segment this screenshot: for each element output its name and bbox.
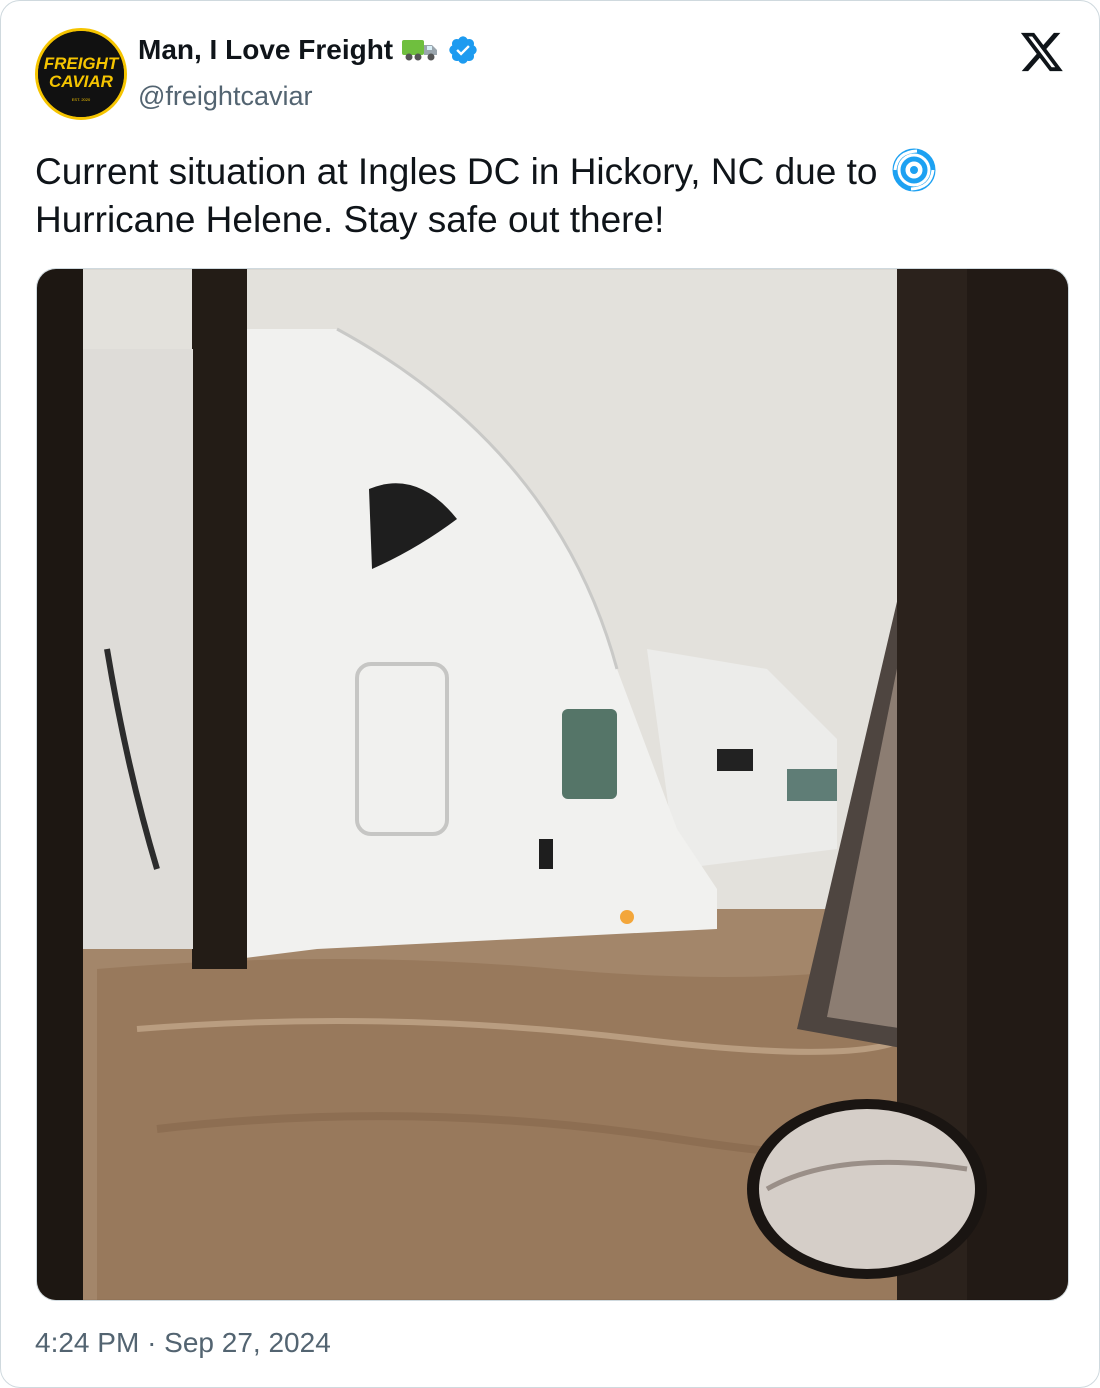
author-handle[interactable]: @freightcaviar [138, 81, 312, 112]
tweet-text-line1: Current situation at Ingles DC in Hickor… [35, 151, 878, 192]
tweet-text-line2: Hurricane Helene. Stay safe out there! [35, 199, 665, 240]
x-logo-icon[interactable] [1019, 31, 1065, 73]
svg-text:FREIGHT: FREIGHT [44, 54, 120, 73]
author-name-row[interactable]: Man, I Love Freight [138, 34, 479, 66]
tweet-text: Current situation at Ingles DC in Hickor… [35, 148, 1065, 244]
author-display-name[interactable]: Man, I Love Freight [138, 34, 393, 66]
truck-emoji-icon [402, 40, 438, 61]
flooded-trucks-photo [37, 269, 1068, 1300]
timestamp-time: 4:24 PM [35, 1327, 140, 1358]
svg-text:EST. 2020: EST. 2020 [72, 97, 91, 102]
cyclone-emoji-icon [892, 148, 936, 192]
svg-text:CAVIAR: CAVIAR [49, 72, 114, 91]
tweet-card: FREIGHT CAVIAR EST. 2020 Man, I Love Fre… [0, 0, 1100, 1388]
timestamp-date: Sep 27, 2024 [164, 1327, 331, 1358]
freight-caviar-logo: FREIGHT CAVIAR EST. 2020 [38, 31, 124, 117]
tweet-timestamp[interactable]: 4:24 PM · Sep 27, 2024 [35, 1327, 331, 1359]
tweet-photo[interactable] [36, 268, 1069, 1301]
profile-avatar[interactable]: FREIGHT CAVIAR EST. 2020 [35, 28, 127, 120]
verified-check-icon [449, 36, 477, 64]
timestamp-separator: · [147, 1327, 157, 1358]
